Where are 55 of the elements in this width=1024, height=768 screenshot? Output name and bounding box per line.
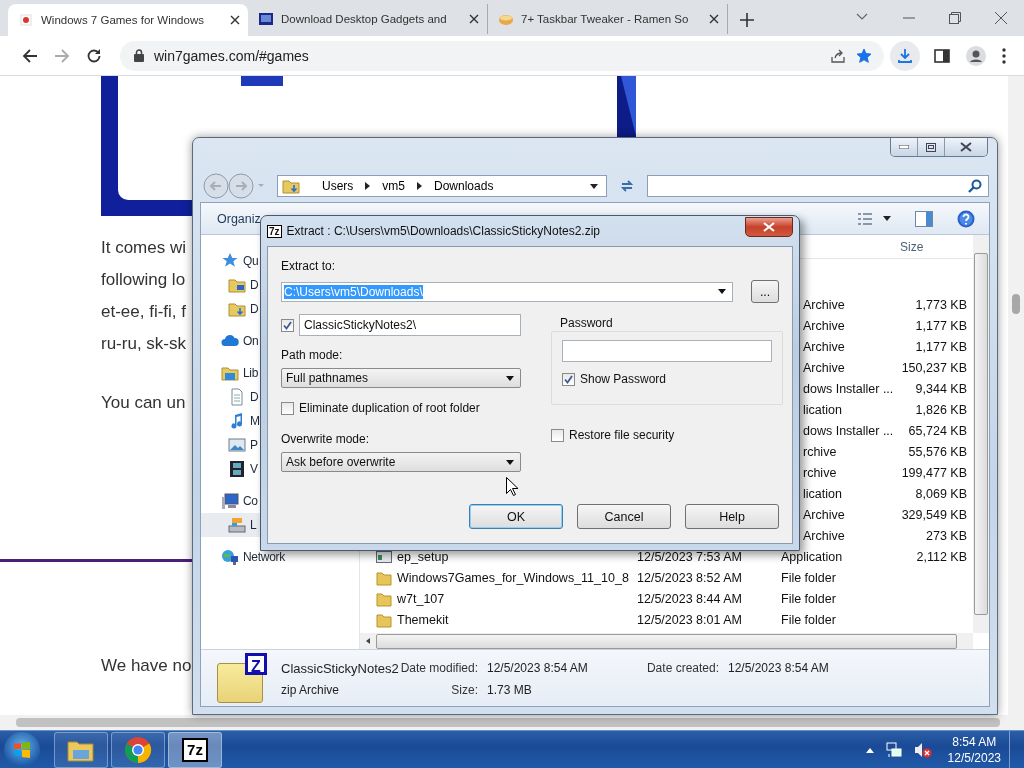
size-cell: 2,112 KB <box>916 549 967 564</box>
paragraph-line: We have no <box>101 655 192 677</box>
date-text: 12/5/2023 <box>947 749 1001 766</box>
time-text: 8:54 AM <box>952 733 997 750</box>
date-cell: 12/5/2023 8:01 AM <box>637 612 742 627</box>
type-cell: File folder <box>781 591 836 606</box>
size-cell: 1,177 KB <box>915 318 967 333</box>
group-label: Password <box>560 316 614 330</box>
paragraph-line: following lo <box>101 269 186 291</box>
file-name: ClassicStickyNotes2 <box>281 660 399 676</box>
size-cell: 55,576 KB <box>908 444 967 459</box>
type-cell: Archive <box>803 318 845 333</box>
date-cell: 12/5/2023 7:53 AM <box>637 549 742 564</box>
detail-value: 12/5/2023 8:54 AM <box>487 661 589 675</box>
date-cell: 12/5/2023 8:44 AM <box>637 591 742 606</box>
type-cell: Archive <box>803 528 845 543</box>
detail-value: 1.73 MB <box>487 683 533 697</box>
field-label: Overwrite mode: <box>281 432 371 446</box>
detail-label: Size: <box>450 683 479 697</box>
file-type: zip Archive <box>281 683 341 697</box>
type-cell: rchive <box>803 444 837 459</box>
field-label: Extract to: <box>281 259 337 273</box>
paragraph-line: It comes wi <box>101 237 187 259</box>
size-cell: 273 KB <box>926 528 967 543</box>
type-cell: Archive <box>803 339 845 354</box>
app-logo-icon: 7z <box>267 224 282 238</box>
paragraph-line: ru-ru, sk-sk <box>101 333 186 355</box>
type-cell: Archive <box>803 360 845 375</box>
window-title: Extract : C:\Users\vm5\Downloads\ClassicStickyNotes2.zip <box>286 224 600 238</box>
size-cell: 1,773 KB <box>915 297 967 312</box>
size-cell: 329,549 KB <box>901 507 967 522</box>
detail-label: Date modified: <box>399 661 479 675</box>
type-cell: File folder <box>781 612 836 627</box>
size-cell: 65,724 KB <box>908 423 967 438</box>
size-cell: 8,069 KB <box>915 486 967 501</box>
type-cell: dows Installer ... <box>803 381 894 396</box>
size-cell: 199,477 KB <box>901 465 967 480</box>
date-cell: 12/5/2023 8:52 AM <box>637 570 742 585</box>
type-cell: Archive <box>803 297 845 312</box>
detail-value: 12/5/2023 8:54 AM <box>728 661 830 675</box>
type-cell: lication <box>803 402 842 417</box>
paragraph-line: You can un <box>101 392 186 414</box>
type-cell: lication <box>803 486 842 501</box>
paragraph-line: et-ee, fi-fi, f <box>101 301 187 323</box>
type-cell: Archive <box>803 507 845 522</box>
size-cell: 1,177 KB <box>915 339 967 354</box>
size-cell: 1,826 KB <box>915 402 967 417</box>
detail-label: Date created: <box>645 661 720 675</box>
type-cell: dows Installer ... <box>803 423 894 438</box>
type-cell: File folder <box>781 570 836 585</box>
type-cell: rchive <box>803 465 837 480</box>
size-cell: 9,344 KB <box>915 381 967 396</box>
field-label: Path mode: <box>281 348 344 362</box>
type-cell: Application <box>781 549 843 564</box>
size-cell: 150,237 KB <box>901 360 967 375</box>
